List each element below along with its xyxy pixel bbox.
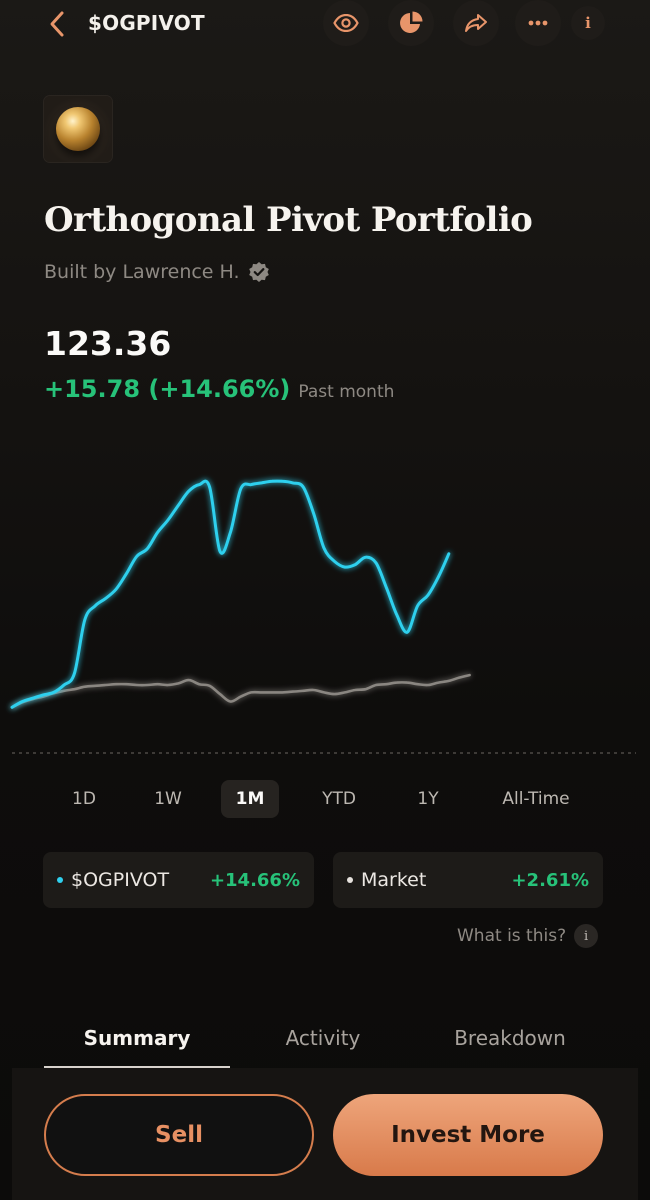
creator-byline: Built by Lawrence H. xyxy=(44,261,270,283)
share-icon xyxy=(465,14,487,32)
portfolio-price: 123.36 xyxy=(44,324,172,363)
portfolio-return-value: +14.66% xyxy=(209,869,300,891)
portfolio-logo xyxy=(44,96,112,162)
market-series-line xyxy=(10,673,471,709)
allocation-button[interactable] xyxy=(388,0,434,46)
price-change: +15.78 (+14.66%) xyxy=(44,375,291,403)
eye-icon xyxy=(333,14,359,32)
tab-summary[interactable]: Summary xyxy=(44,1026,230,1050)
back-chevron-icon xyxy=(50,11,64,37)
detail-tabs: Summary Activity Breakdown xyxy=(44,1020,604,1068)
more-icon xyxy=(528,20,548,26)
price-change-row: +15.78 (+14.66%) Past month xyxy=(44,375,394,403)
range-1d[interactable]: 1D xyxy=(44,780,124,818)
watch-button[interactable] xyxy=(323,0,369,46)
invest-more-button[interactable]: Invest More xyxy=(333,1094,603,1176)
verified-badge-icon xyxy=(248,262,269,282)
creator-name: Built by Lawrence H. xyxy=(44,261,240,283)
market-legend-dot xyxy=(347,877,353,883)
range-1w[interactable]: 1W xyxy=(128,780,208,818)
ticker-symbol: $OGPIVOT xyxy=(88,11,205,35)
more-button[interactable] xyxy=(515,0,561,46)
range-all-time[interactable]: All-Time xyxy=(486,780,586,818)
performance-chart[interactable] xyxy=(0,440,650,770)
what-is-this-label: What is this? xyxy=(457,926,567,946)
range-1y[interactable]: 1Y xyxy=(388,780,468,818)
gold-sphere-image xyxy=(56,107,100,151)
portfolio-return-card[interactable]: $OGPIVOT +14.66% xyxy=(43,852,314,908)
range-1m[interactable]: 1M xyxy=(221,780,279,818)
tab-activity[interactable]: Activity xyxy=(230,1026,416,1050)
back-button[interactable] xyxy=(42,8,72,40)
top-bar: $OGPIVOT i xyxy=(0,0,650,48)
tab-breakdown[interactable]: Breakdown xyxy=(417,1026,603,1050)
info-button[interactable]: i xyxy=(571,6,605,40)
sell-button[interactable]: Sell xyxy=(44,1094,314,1176)
change-period: Past month xyxy=(298,382,395,402)
info-icon: i xyxy=(574,924,599,948)
market-return-value: +2.61% xyxy=(511,869,589,891)
range-ytd[interactable]: YTD xyxy=(299,780,379,818)
info-icon: i xyxy=(585,14,591,32)
what-is-this-link[interactable]: What is this? i xyxy=(457,924,599,948)
pie-chart-icon xyxy=(400,11,423,33)
portfolio-title: Orthogonal Pivot Portfolio xyxy=(44,200,533,240)
share-button[interactable] xyxy=(453,0,499,46)
market-return-card[interactable]: Market +2.61% xyxy=(333,852,603,908)
market-legend-label: Market xyxy=(361,869,427,891)
portfolio-legend-dot xyxy=(57,877,63,883)
time-range-selector: 1D 1W 1M YTD 1Y All-Time xyxy=(44,780,610,818)
portfolio-series-line xyxy=(10,479,451,709)
portfolio-legend-label: $OGPIVOT xyxy=(71,869,170,891)
